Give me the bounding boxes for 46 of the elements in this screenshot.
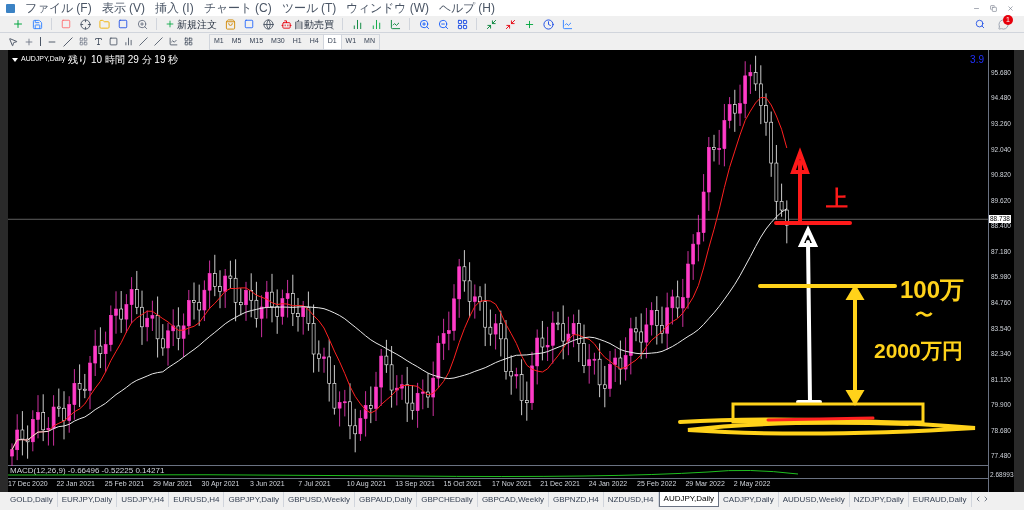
chart-tab[interactable]: GBPNZD,H4 bbox=[548, 492, 604, 507]
trendline-icon[interactable] bbox=[63, 36, 73, 47]
chart-tab[interactable]: GBPJPY,Daily bbox=[224, 492, 284, 507]
grid-tool-icon[interactable] bbox=[184, 37, 193, 46]
chart-tab[interactable]: GOLD,Daily bbox=[6, 492, 58, 507]
handwritten-note: 上 bbox=[826, 188, 848, 210]
chart-tab[interactable]: GBPCAD,Weekly bbox=[477, 492, 549, 507]
auto-trading-button[interactable]: 自動売買 bbox=[279, 16, 336, 32]
handwritten-note: 2000万円 bbox=[874, 340, 963, 361]
handwritten-note: 〜 bbox=[915, 306, 933, 324]
menu-item[interactable]: ヘルプ (H) bbox=[439, 1, 495, 15]
search-icon[interactable] bbox=[975, 19, 985, 29]
menu-item[interactable]: 挿入 (I) bbox=[155, 1, 194, 15]
menu-item[interactable]: ウィンドウ (W) bbox=[346, 1, 429, 15]
chart-tab[interactable]: EURAUD,Daily bbox=[908, 492, 972, 507]
crosshair-icon[interactable] bbox=[77, 16, 93, 32]
new-order-button[interactable]: 新規注文 bbox=[163, 16, 219, 32]
menu-item[interactable]: 表示 (V) bbox=[101, 1, 145, 15]
restore-icon[interactable] bbox=[990, 4, 997, 12]
macd-label: MACD(12,26,9) -0.66496 -0.52225 0.14271 bbox=[10, 466, 165, 476]
countdown-text: 残り 10 時間 29 分 19 秒 bbox=[68, 53, 179, 67]
plus-icon bbox=[165, 19, 175, 29]
globe-icon[interactable] bbox=[260, 16, 276, 32]
corner-value: 3.9 bbox=[970, 53, 984, 67]
menu-item[interactable]: チャート (C) bbox=[203, 1, 272, 15]
text-icon[interactable] bbox=[94, 37, 103, 46]
chart-tab[interactable]: AUDJPY,Daily bbox=[658, 492, 720, 507]
menu-item[interactable]: ファイル (F) bbox=[25, 1, 92, 15]
chart-tab[interactable]: EURJPY,Daily bbox=[57, 492, 118, 507]
clock-icon[interactable] bbox=[540, 16, 556, 32]
close-icon[interactable] bbox=[1007, 4, 1014, 12]
menu-item[interactable]: ツール (T) bbox=[281, 1, 337, 15]
chart-tab[interactable]: AUDUSD,Weekly bbox=[778, 492, 850, 507]
chart-tab[interactable]: EURUSD,H4 bbox=[169, 492, 225, 507]
chart-tab[interactable]: GBPCHEDaily bbox=[417, 492, 478, 507]
handwritten-note: 100万 bbox=[900, 278, 965, 302]
chart-tab[interactable]: CADJPY,Daily bbox=[719, 492, 779, 507]
app-icon bbox=[6, 3, 15, 13]
cursor-icon[interactable] bbox=[8, 36, 18, 47]
chart-tab[interactable]: USDJPY,H4 bbox=[117, 492, 170, 507]
dropdown-icon[interactable] bbox=[12, 57, 18, 62]
chart-tab[interactable]: GBPUSD,Weekly bbox=[284, 492, 356, 507]
chart-tab[interactable]: NZDJPY,Daily bbox=[849, 492, 909, 507]
robot-icon bbox=[281, 18, 292, 30]
chart-tab[interactable]: GBPAUD,Daily bbox=[355, 492, 418, 507]
chart-tab[interactable]: NZDUSD,H4 bbox=[603, 492, 659, 507]
